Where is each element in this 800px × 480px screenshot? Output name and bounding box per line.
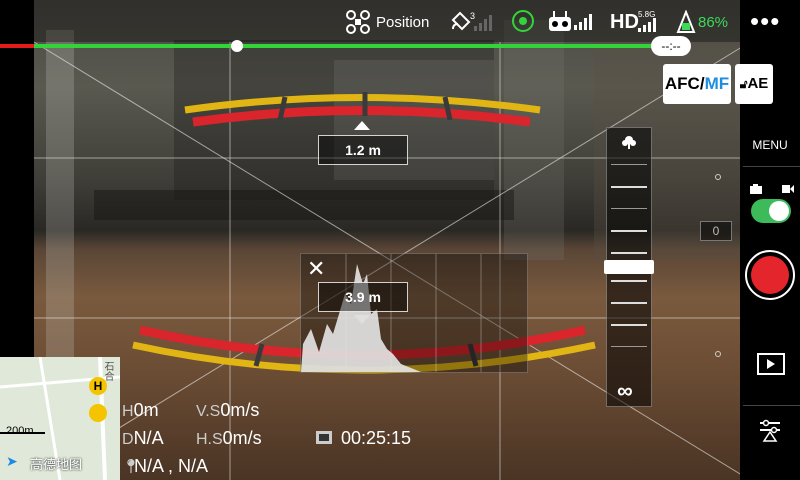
time-label: --:-- (651, 36, 691, 56)
mf-label: MF (704, 74, 730, 93)
video-icon (782, 185, 794, 193)
height-readout: H0m (122, 400, 159, 420)
divider (743, 166, 800, 167)
distance-readout: DN/A (122, 428, 164, 448)
near-distance: 1.2 m (318, 135, 408, 165)
home-marker-icon: H (89, 377, 107, 395)
hd-signal-icon (638, 18, 656, 32)
battery-icon (676, 10, 696, 33)
far-distance: 3.9 m (318, 282, 408, 312)
focus-handle[interactable] (604, 260, 654, 274)
map-logo-icon: ➤ (6, 453, 18, 469)
camera-icon (750, 184, 762, 194)
satellite-icon (451, 11, 471, 31)
remote-controller-icon (549, 11, 571, 31)
progress-red (0, 44, 34, 48)
macro-flower-icon (622, 136, 636, 149)
flight-mode[interactable]: Position (376, 14, 429, 31)
drone-marker-icon (89, 404, 107, 422)
location-readout: N/A , N/A (134, 456, 209, 476)
record-button[interactable] (745, 250, 795, 300)
drone-icon (346, 10, 370, 34)
battery-percent: 86% (698, 14, 729, 31)
menu-button[interactable]: MENU (748, 138, 792, 152)
histogram[interactable]: ✕ (300, 253, 528, 373)
more-icon[interactable]: ••• (750, 6, 780, 37)
vertical-speed-readout: V.S0m/s (196, 400, 260, 420)
hd-label: HD (610, 11, 639, 33)
photo-video-toggle[interactable] (751, 199, 791, 223)
playback-icon[interactable] (757, 353, 785, 375)
progress-handle[interactable] (231, 40, 243, 52)
sd-card-icon (316, 431, 332, 444)
rc-signal-icon (574, 14, 592, 30)
afc-mf-button[interactable]: AFC/MF (663, 64, 731, 104)
progress-bar (34, 44, 664, 48)
mini-map[interactable]: 石合 H 200m ➤ 高德地图 (0, 357, 120, 480)
ev-value[interactable]: 0 (700, 221, 732, 241)
rtk-icon (512, 10, 534, 32)
ev-dot (715, 351, 721, 357)
settings-sliders-icon[interactable] (758, 418, 782, 442)
map-brand: 高德地图 (30, 457, 83, 472)
afc-label: AFC/ (664, 74, 705, 93)
sd-remaining-time: 00:25:15 (341, 428, 412, 448)
divider (743, 405, 800, 406)
map-scale: 200m (6, 425, 34, 437)
ae-lock-button[interactable]: 🔓︎AE (735, 64, 773, 104)
focus-slider[interactable]: ∞ (604, 127, 654, 407)
ae-label: AE (747, 75, 769, 92)
horizontal-speed-readout: H.S0m/s (196, 428, 262, 448)
signal-icon (474, 15, 492, 31)
ev-dot (715, 174, 721, 180)
infinity-label: ∞ (617, 378, 633, 403)
close-icon[interactable]: ✕ (307, 256, 325, 282)
